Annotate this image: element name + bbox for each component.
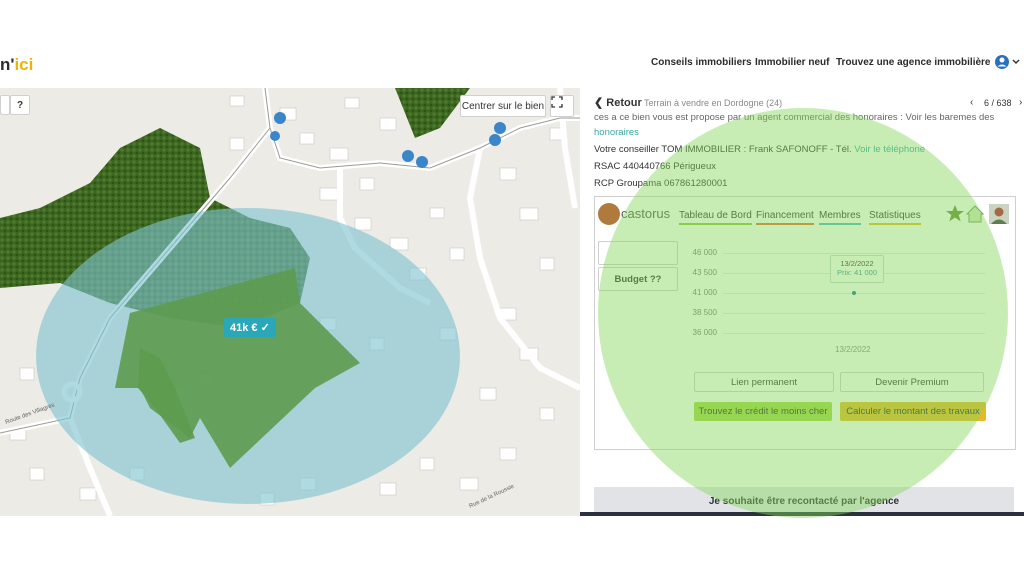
y-tick-label: 43 500 <box>692 268 717 277</box>
rsac-text: RSAC 440440766 Périgueux <box>594 161 717 172</box>
listing-title: Terrain à vendre en Dordogne (24) <box>644 98 783 108</box>
y-tick-label: 36 000 <box>692 328 717 337</box>
widget-input-box[interactable] <box>598 241 678 265</box>
tooltip-price: Prix: 41 000 <box>836 268 878 277</box>
user-menu-button[interactable] <box>994 54 1022 70</box>
grid-line <box>723 333 985 334</box>
permalink-button[interactable]: Lien permanent <box>694 372 834 392</box>
map-view[interactable]: Route des Villagres Rue de la Roussie ? … <box>0 88 580 516</box>
tab-tableau-de-bord[interactable]: Tableau de Bord <box>679 210 752 225</box>
prev-listing-icon[interactable]: ‹ <box>970 97 973 108</box>
chart-tooltip: 13/2/2022 Prix: 41 000 <box>830 255 884 283</box>
price-marker-label: 41k € <box>230 322 258 334</box>
center-on-property-button[interactable]: Centrer sur le bien <box>460 95 546 117</box>
fullscreen-icon <box>551 96 563 108</box>
grid-line <box>723 253 985 254</box>
logo-main-text: n' <box>0 55 15 74</box>
castorus-logo-icon <box>598 203 620 225</box>
chart-data-point[interactable] <box>852 291 856 295</box>
chevron-left-icon: ❮ <box>594 97 604 109</box>
premium-button[interactable]: Devenir Premium <box>840 372 984 392</box>
star-icon <box>946 205 964 222</box>
site-logo[interactable]: n'ici <box>0 55 33 75</box>
nav-link-trouvez-agence[interactable]: Trouvez une agence immobilière <box>836 57 991 68</box>
listing-panel: ❮ Retour Terrain à vendre en Dordogne (2… <box>582 88 1024 516</box>
pagination-count: 6 / 638 <box>984 98 1012 108</box>
home-icon <box>965 205 985 223</box>
castorus-brand: castorus <box>621 206 671 221</box>
honoraires-link[interactable]: honoraires <box>594 127 639 138</box>
advisor-line: Votre conseiller TOM IMMOBILIER : Frank … <box>594 144 925 155</box>
tab-statistiques[interactable]: Statistiques <box>869 210 921 225</box>
y-tick-label: 41 000 <box>692 288 717 297</box>
tab-financement[interactable]: Financement <box>756 210 814 225</box>
grid-line <box>723 313 985 314</box>
next-listing-icon[interactable]: › <box>1019 97 1022 108</box>
back-label: Retour <box>606 97 642 109</box>
y-tick-label: 38 500 <box>692 308 717 317</box>
user-circle-icon <box>995 55 1009 69</box>
bottom-border <box>580 512 1024 516</box>
map-help-button[interactable]: ? <box>10 95 30 115</box>
widget-icons <box>946 204 1009 224</box>
fullscreen-button[interactable] <box>550 95 574 117</box>
chevron-down-icon <box>1012 59 1020 64</box>
tooltip-date: 13/2/2022 <box>840 259 874 268</box>
y-tick-label: 46 000 <box>692 248 717 257</box>
price-chart: 46 000 43 500 41 000 38 500 36 000 13/2/… <box>693 248 990 354</box>
top-navigation: n'ici Conseils immobiliers Immobilier ne… <box>0 45 1024 81</box>
map-canvas: Route des Villagres Rue de la Roussie <box>0 88 580 516</box>
x-tick-label: 13/2/2022 <box>835 345 871 354</box>
check-icon: ✓ <box>260 322 270 334</box>
tab-membres[interactable]: Membres <box>819 210 861 225</box>
rcp-text: RCP Groupama 067861280001 <box>594 178 728 189</box>
price-marker[interactable]: 41k € ✓ <box>224 318 276 337</box>
nav-link-conseils[interactable]: Conseils immobiliers <box>651 57 752 68</box>
description-partial-line: ces a ce bien vous est propose par un ag… <box>594 112 995 123</box>
castorus-widget: castorus Tableau de Bord Financement Mem… <box>594 196 1016 450</box>
back-button[interactable]: ❮ Retour <box>594 96 642 109</box>
show-phone-link[interactable]: Voir le téléphone <box>854 144 925 155</box>
credit-button[interactable]: Trouvez le crédit le moins cher <box>694 402 832 421</box>
budget-button[interactable]: Budget ?? <box>598 267 678 291</box>
works-estimate-button[interactable]: Calculer le montant des travaux <box>840 402 986 421</box>
logo-accent-text: ici <box>14 55 34 74</box>
advisor-text: Votre conseiller TOM IMMOBILIER : Frank … <box>594 144 852 155</box>
map-control-left[interactable] <box>0 95 10 115</box>
nav-link-neuf[interactable]: Immobilier neuf <box>755 57 829 68</box>
